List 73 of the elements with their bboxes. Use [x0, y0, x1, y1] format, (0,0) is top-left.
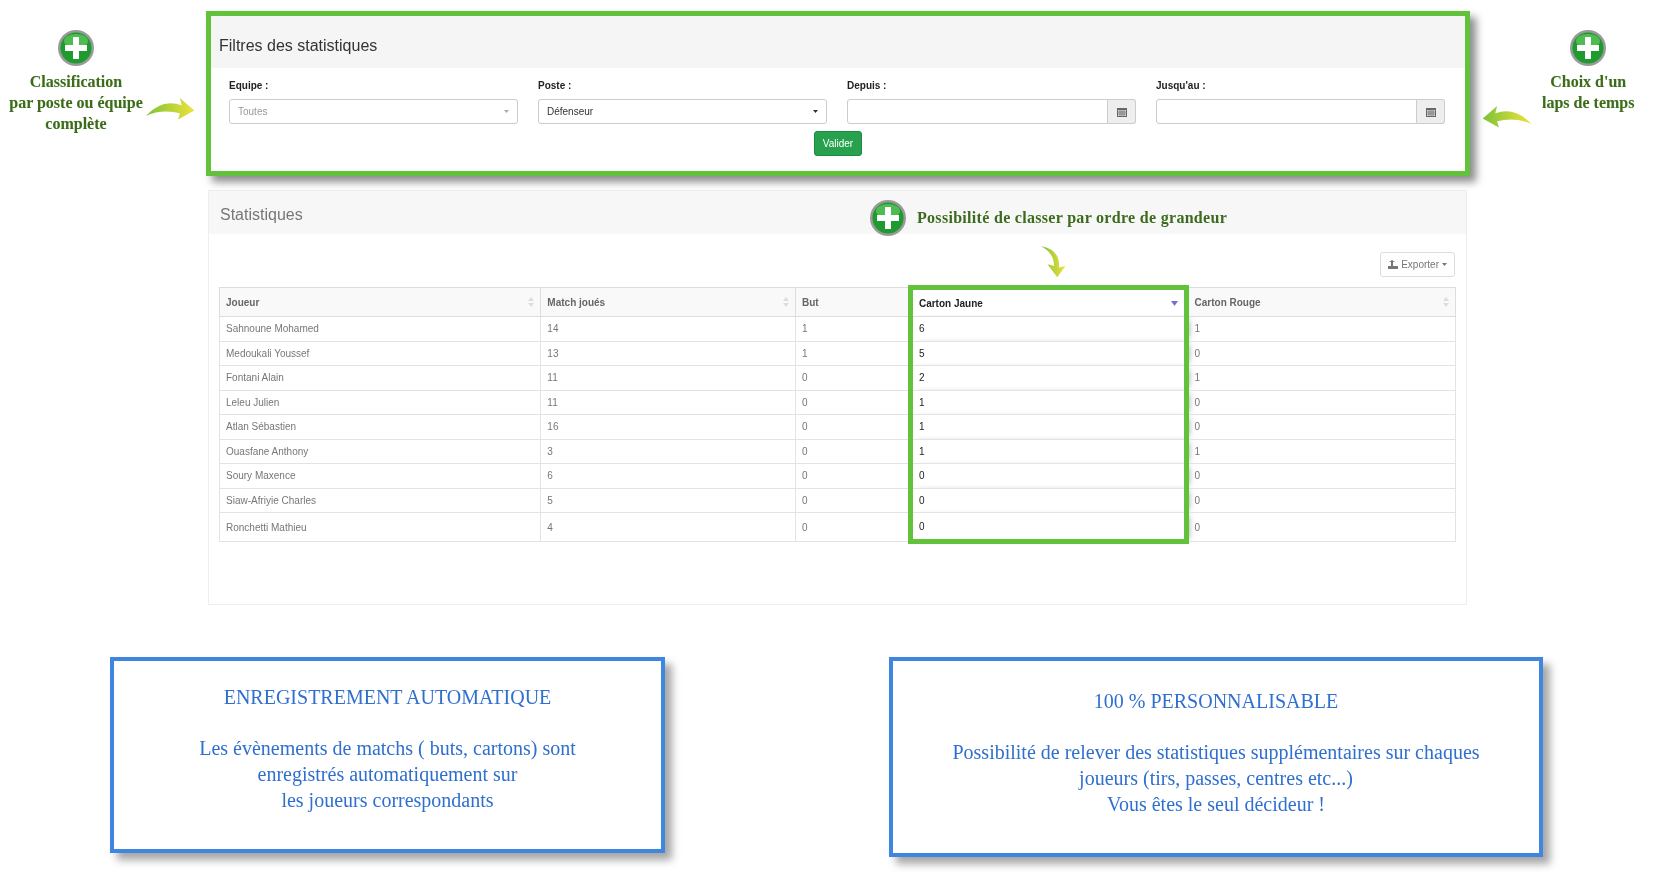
export-button[interactable]: Exporter: [1380, 252, 1455, 277]
plus-icon: [1569, 29, 1608, 67]
caret-icon: [504, 110, 509, 113]
table-cell: 6: [910, 316, 1187, 341]
table-cell: 13: [540, 341, 796, 366]
sort-icon: [1443, 297, 1449, 307]
sort-icon: [528, 297, 535, 307]
table-cell: 3: [540, 439, 796, 464]
table-cell: 0: [910, 488, 1187, 513]
calendar-icon: [1425, 106, 1436, 117]
table-cell: Medoukali Youssef: [219, 341, 541, 366]
caret-icon: [1442, 263, 1447, 266]
annotation-text: Possibilité de classer par ordre de grandeur: [917, 208, 1228, 229]
field-label: Equipe :: [229, 79, 270, 93]
panel-title: Filtres des statistiques: [211, 16, 1465, 68]
table-cell: 5: [540, 488, 796, 513]
table-cell: 1: [910, 414, 1187, 439]
feature-title: ENREGISTREMENT AUTOMATIQUE: [222, 685, 553, 709]
table-cell: 0: [1186, 390, 1456, 415]
table-cell: 1: [1186, 439, 1456, 464]
feature-title: 100 % PERSONNALISABLE: [1092, 689, 1340, 713]
caret-icon: [813, 110, 818, 113]
field-label: Poste :: [538, 79, 573, 93]
table-cell: 5: [910, 341, 1187, 366]
table-cell: 4: [540, 512, 796, 542]
calendar-button[interactable]: [1417, 99, 1445, 124]
table-cell: Siaw-Afriyie Charles: [219, 488, 541, 513]
export-icon: [1388, 260, 1399, 269]
field-label: Depuis :: [847, 79, 888, 93]
table-cell: 1: [1186, 365, 1456, 390]
table-cell: 1: [1186, 316, 1456, 341]
feature-description: Possibilité de relever des statistiques supplémentaires sur chaques joueurs (tirs, passes, centres etc...) Vous êtes le seul décideur !: [951, 740, 1481, 817]
column-header[interactable]: Carton Jaune: [910, 287, 1187, 317]
column-header[interactable]: Carton Rouge: [1186, 287, 1456, 317]
plus-icon: [57, 29, 95, 67]
calendar-button[interactable]: [1108, 99, 1136, 124]
table-cell: Ronchetti Mathieu: [219, 512, 541, 542]
column-header[interactable]: Joueur: [219, 287, 541, 317]
table-cell: Sahnoune Mohamed: [219, 316, 541, 341]
submit-button[interactable]: Valider: [813, 131, 863, 156]
table-cell: 0: [1186, 414, 1456, 439]
select-field[interactable]: Défenseur: [538, 99, 827, 124]
column-header[interactable]: But: [795, 287, 911, 317]
select-field[interactable]: Toutes: [229, 99, 518, 124]
table-cell: Soury Maxence: [219, 463, 541, 488]
table-cell: 14: [540, 316, 796, 341]
calendar-icon: [1116, 106, 1127, 117]
table-cell: Leleu Julien: [219, 390, 541, 415]
table-cell: 0: [910, 463, 1187, 488]
annotation-text: Classification par poste ou équipe complète: [9, 72, 143, 134]
table-cell: 0: [1186, 341, 1456, 366]
table-cell: 16: [540, 414, 796, 439]
annotation-text: Choix d'un laps de temps: [1542, 72, 1635, 113]
table-cell: 0: [910, 512, 1187, 542]
table-cell: Atlan Sébastien: [219, 414, 541, 439]
table-cell: 2: [910, 365, 1187, 390]
table-cell: 0: [1186, 463, 1456, 488]
table-cell: 0: [1186, 512, 1456, 542]
table-cell: 6: [540, 463, 796, 488]
field-label: Jusqu'au :: [1156, 79, 1207, 93]
sort-icon: [782, 297, 789, 307]
table-cell: 11: [540, 365, 796, 390]
feature-description: Les évènements de matchs ( buts, cartons) sont enregistrés automatiquement sur les joueurs correspondants: [198, 736, 577, 813]
table-cell: 0: [1186, 488, 1456, 513]
sort-descending-icon: [1170, 300, 1178, 306]
table-cell: Ouasfane Anthony: [219, 439, 541, 464]
table-cell: 1: [910, 390, 1187, 415]
column-header[interactable]: Match joués: [540, 287, 796, 317]
table-cell: Fontani Alain: [219, 365, 541, 390]
table-cell: 11: [540, 390, 796, 415]
table-cell: 1: [910, 439, 1187, 464]
date-field[interactable]: [847, 99, 1108, 124]
date-field[interactable]: [1156, 99, 1417, 124]
